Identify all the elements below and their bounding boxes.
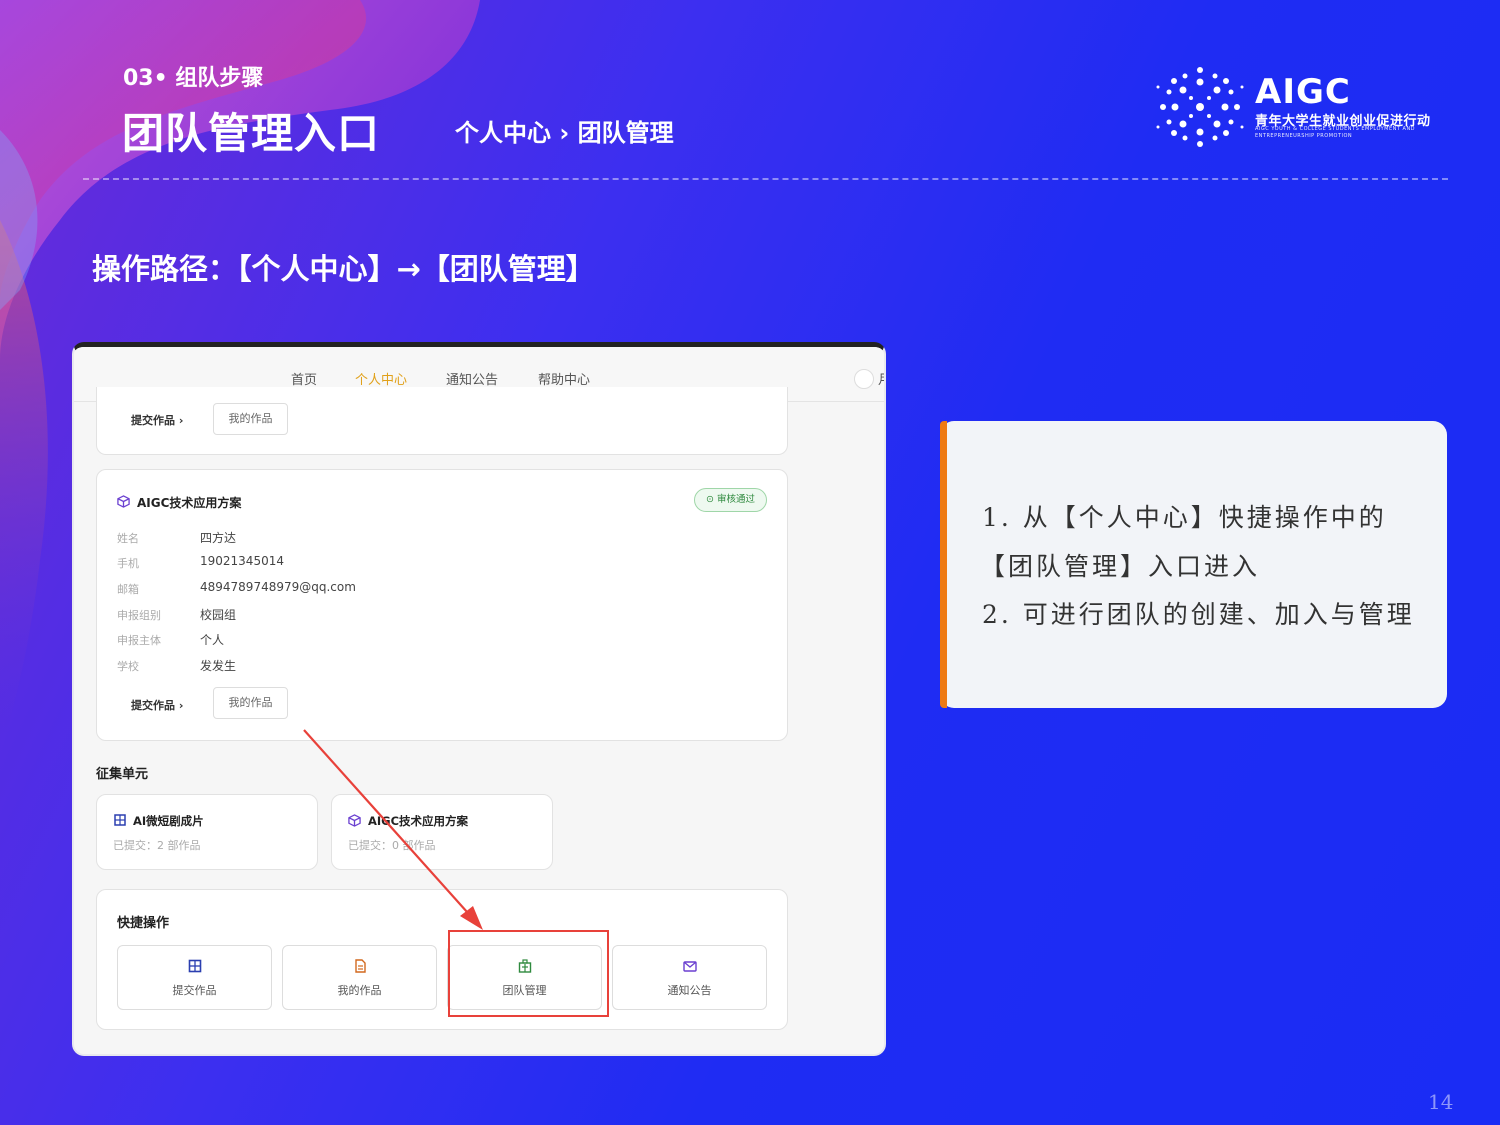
unit-title: AI微短剧成片 (133, 814, 204, 828)
quick-actions-card: 快捷操作 提交作品 我的作品 团队管理 通知公告 (96, 889, 788, 1030)
field-label: 学校 (117, 660, 139, 673)
unit-count: 已提交：2 部作品 (113, 839, 201, 852)
field-value: 发发生 (200, 659, 237, 673)
nav-help[interactable]: 帮助中心 (538, 369, 590, 388)
my-works-button[interactable]: 我的作品 (213, 403, 288, 435)
quick-action-label: 通知公告 (667, 984, 712, 997)
project-card: AIGC技术应用方案 ⊙ 审核通过 姓名 四方达 手机 19021345014 … (96, 469, 788, 741)
project-title: AIGC技术应用方案 (137, 496, 242, 510)
quick-action-notices[interactable]: 通知公告 (612, 945, 767, 1010)
cube-icon (348, 814, 361, 827)
field-value: 个人 (200, 633, 225, 647)
unit-card[interactable]: AIGC技术应用方案 已提交：0 部作品 (331, 794, 553, 870)
status-badge-text: 审核通过 (716, 494, 755, 505)
quick-action-label: 我的作品 (337, 984, 382, 997)
submit-work-link[interactable]: 提交作品 › (131, 697, 183, 713)
dashed-divider (83, 178, 1448, 180)
field-label: 申报主体 (117, 634, 161, 647)
film-icon (114, 814, 126, 826)
unit-title: AIGC技术应用方案 (368, 814, 469, 828)
highlight-box (448, 930, 609, 1017)
quick-action-my-works[interactable]: 我的作品 (282, 945, 437, 1010)
page-number: 14 (1428, 1090, 1454, 1114)
nav-personal-center[interactable]: 个人中心 (355, 369, 407, 388)
logo-english: AIGC YOUTH & COLLEGE STUDENTS EMPLOYMENT… (1255, 126, 1416, 139)
field-value: 19021345014 (200, 554, 284, 568)
cube-icon (117, 495, 130, 508)
field-label: 邮箱 (117, 583, 139, 596)
field-label: 申报组别 (117, 609, 161, 622)
nav-notices[interactable]: 通知公告 (446, 369, 498, 388)
note-line-3: 2. 可进行团队的创建、加入与管理 (982, 600, 1415, 629)
quick-actions-heading: 快捷操作 (117, 916, 170, 931)
accent-bar (940, 421, 947, 708)
embedded-screenshot: 首页 个人中心 通知公告 帮助中心 月 提交作品 › 我的作品 AIGC技术应用… (72, 342, 886, 1056)
top-project-card: 提交作品 › 我的作品 (96, 387, 788, 455)
units-heading: 征集单元 (96, 767, 149, 782)
path-title: 个人中心 › 团队管理 (455, 119, 674, 147)
operation-path: 操作路径：【个人中心】→【团队管理】 (92, 252, 595, 286)
field-value: 4894789748979@qq.com (200, 580, 356, 594)
mail-icon (683, 961, 697, 972)
document-icon (355, 959, 366, 973)
avatar[interactable] (854, 369, 874, 389)
unit-count: 已提交：0 部作品 (348, 839, 436, 852)
submit-work-link[interactable]: 提交作品 › (131, 412, 183, 428)
quick-action-submit[interactable]: 提交作品 (117, 945, 272, 1010)
status-badge: ⊙ 审核通过 (694, 488, 767, 512)
note-line-1: 1. 从【个人中心】快捷操作中的 (982, 503, 1387, 532)
field-label: 姓名 (117, 532, 139, 545)
quick-action-label: 提交作品 (172, 984, 217, 997)
unit-card[interactable]: AI微短剧成片 已提交：2 部作品 (96, 794, 318, 870)
page-title: 团队管理入口 (122, 109, 381, 158)
logo-name: AIGC (1255, 72, 1351, 112)
film-icon (188, 959, 202, 973)
field-value: 校园组 (200, 608, 237, 622)
field-label: 手机 (117, 557, 139, 570)
nav-home[interactable]: 首页 (291, 369, 317, 388)
my-works-button[interactable]: 我的作品 (213, 687, 288, 719)
field-value: 四方达 (200, 531, 237, 545)
section-label: 03• 组队步骤 (123, 66, 264, 91)
note-line-2: 【团队管理】入口进入 (980, 552, 1261, 581)
explanation-card: 1. 从【个人中心】快捷操作中的 【团队管理】入口进入 2. 可进行团队的创建、… (940, 421, 1447, 708)
nav-clipped-text: 月 (878, 369, 884, 388)
